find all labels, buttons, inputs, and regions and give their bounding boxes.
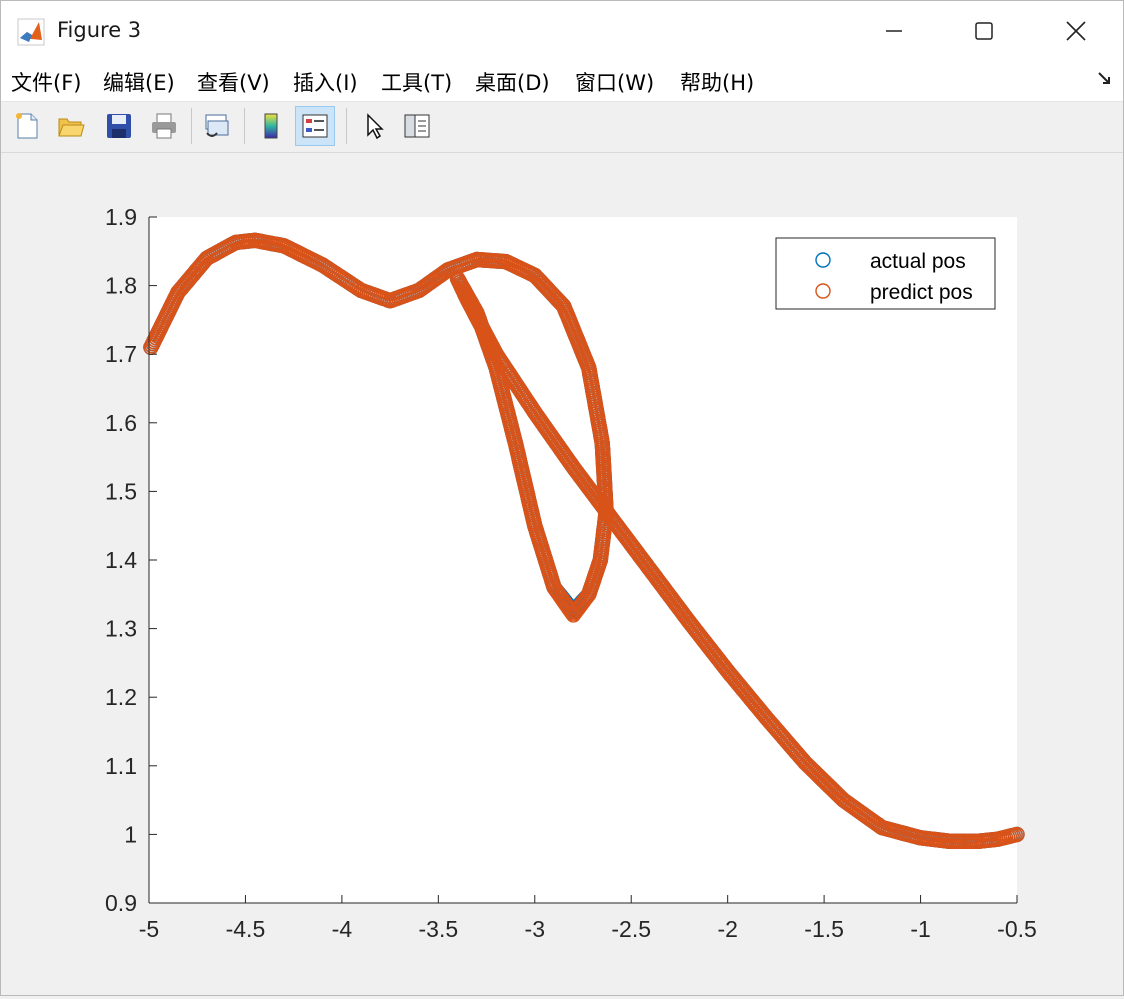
y-tick-label: 1 — [124, 821, 137, 847]
menu-bar: 文件(F) 编辑(E) 查看(V) 插入(I) 工具(T) 桌面(D) 窗口(W… — [1, 61, 1123, 102]
x-tick-label: -2 — [717, 916, 737, 942]
x-tick-label: -3.5 — [419, 916, 459, 942]
dock-icon[interactable] — [1097, 71, 1113, 87]
title-bar[interactable]: Figure 3 — [1, 1, 1123, 61]
x-tick-label: -1 — [910, 916, 930, 942]
y-tick-label: 1.4 — [105, 547, 137, 573]
y-tick-label: 1.9 — [105, 204, 137, 230]
y-tick-label: 1.6 — [105, 410, 137, 436]
save-icon — [107, 114, 131, 138]
figure-toolbar — [1, 102, 1123, 153]
x-tick-label: -0.5 — [997, 916, 1037, 942]
toolbar-separator — [191, 108, 192, 144]
y-tick-label: 1.5 — [105, 478, 137, 504]
maximize-button[interactable] — [939, 1, 1029, 61]
insert-legend-button[interactable] — [295, 106, 335, 146]
menu-help[interactable]: 帮助(H) — [680, 67, 754, 97]
menu-edit[interactable]: 编辑(E) — [103, 67, 175, 97]
menu-desktop[interactable]: 桌面(D) — [475, 67, 550, 97]
menu-file[interactable]: 文件(F) — [11, 67, 81, 97]
open-file-button[interactable] — [51, 106, 91, 146]
toolbar-separator — [244, 108, 245, 144]
legend-label: predict pos — [870, 281, 973, 304]
y-tick-label: 1.1 — [105, 753, 137, 779]
y-tick-label: 1.8 — [105, 273, 137, 299]
x-tick-label: -4 — [332, 916, 353, 942]
scatter-plot[interactable]: -5 -4.5 -4 -3.5 -3 -2.5 -2 -1.5 -1 -0.5 0.9 1 1.1 1.2… — [1, 153, 1123, 995]
matlab-logo-icon — [17, 18, 45, 46]
property-inspector-button[interactable] — [397, 106, 437, 146]
figure-canvas: -5 -4.5 -4 -3.5 -3 -2.5 -2 -1.5 -1 -0.5 0.9 1 1.1 1.2… — [1, 153, 1123, 995]
menu-insert[interactable]: 插入(I) — [293, 67, 358, 97]
save-button[interactable] — [99, 106, 139, 146]
y-tick-label: 0.9 — [105, 890, 137, 916]
maximize-icon — [975, 22, 993, 40]
close-icon — [1066, 21, 1086, 41]
y-tick-label: 1.3 — [105, 616, 137, 642]
print-icon — [152, 113, 176, 139]
x-tick-label: -2.5 — [611, 916, 651, 942]
print-button[interactable] — [144, 106, 184, 146]
insert-colorbar-button[interactable] — [251, 106, 291, 146]
figure-window: Figure 3 文件(F) 编辑(E) 查看(V) 插入(I) 工具(T) 桌… — [0, 0, 1124, 996]
x-tick-label: -5 — [139, 916, 159, 942]
menu-window[interactable]: 窗口(W) — [575, 67, 654, 97]
window-title: Figure 3 — [57, 18, 142, 42]
property-inspector-icon — [404, 114, 430, 138]
link-plot-icon — [205, 114, 229, 137]
new-figure-icon — [16, 113, 38, 139]
minimize-button[interactable] — [849, 1, 939, 61]
edit-plot-icon — [367, 113, 384, 140]
toolbar-separator — [346, 108, 347, 144]
menu-view[interactable]: 查看(V) — [197, 67, 270, 97]
y-tick-label: 1.7 — [105, 341, 137, 367]
insert-colorbar-icon — [264, 113, 278, 139]
x-tick-label: -1.5 — [804, 916, 844, 942]
y-tick-label: 1.2 — [105, 684, 137, 710]
x-tick-label: -3 — [525, 916, 545, 942]
edit-plot-button[interactable] — [353, 106, 393, 146]
x-tick-label: -4.5 — [226, 916, 266, 942]
axes-background — [149, 217, 1017, 903]
new-figure-button[interactable] — [7, 106, 47, 146]
insert-legend-icon — [302, 114, 328, 138]
open-file-icon — [58, 118, 85, 137]
close-button[interactable] — [1031, 1, 1121, 61]
link-plot-button[interactable] — [197, 106, 237, 146]
legend-label: actual pos — [870, 250, 966, 273]
menu-tools[interactable]: 工具(T) — [381, 67, 452, 97]
minimize-icon — [886, 30, 902, 32]
